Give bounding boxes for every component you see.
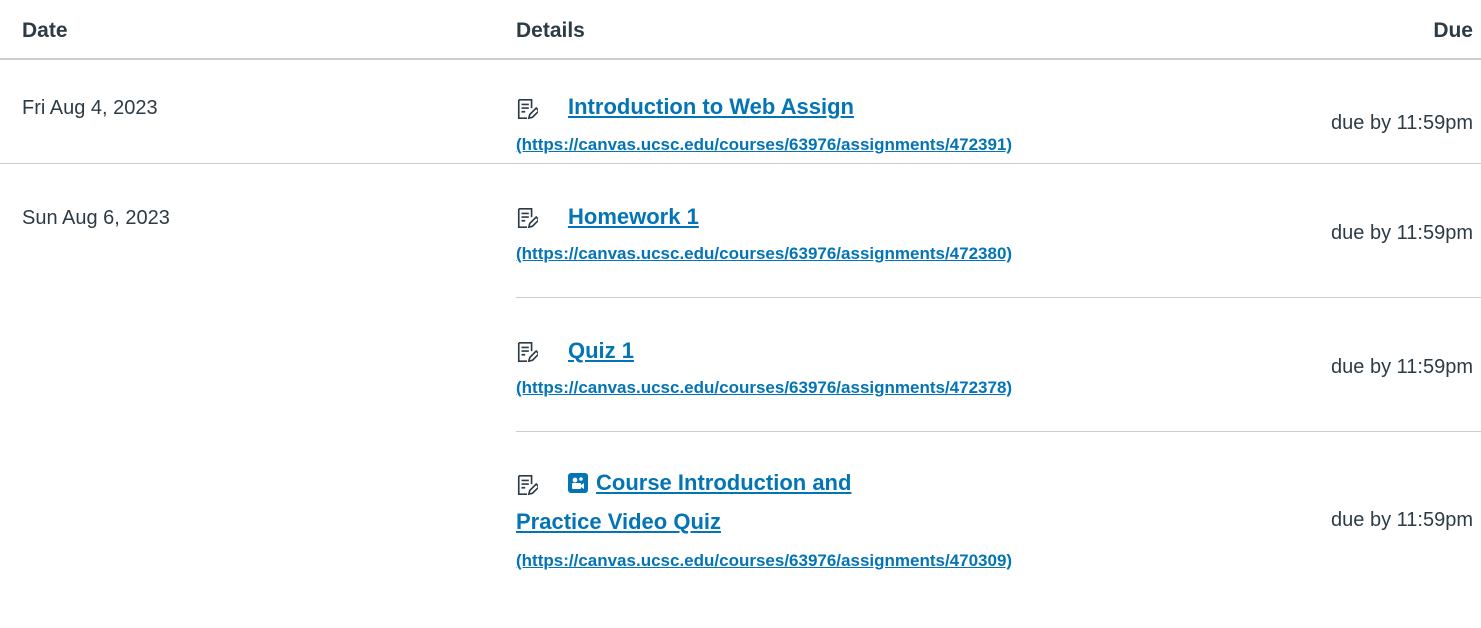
syllabus-table: Date Details Due Fri Aug 4, 2023 Introdu… xyxy=(0,0,1481,628)
video-icon xyxy=(568,473,588,493)
assignment-title-link[interactable]: Quiz 1 xyxy=(568,338,634,364)
day-date: Fri Aug 4, 2023 xyxy=(22,97,158,119)
assignment-row: Quiz 1 (https://canvas.ucsc.edu/courses/… xyxy=(516,297,1481,431)
assignment-icon xyxy=(517,99,538,120)
assignment-row: Course Introduction and Practice Video Q… xyxy=(516,431,1481,628)
header-details: Details xyxy=(516,19,585,42)
assignment-icon xyxy=(517,208,538,229)
day-group-aug-4: Fri Aug 4, 2023 Introduction to Web Assi… xyxy=(0,60,1481,164)
assignment-url-link[interactable]: (https://canvas.ucsc.edu/courses/63976/a… xyxy=(516,135,1012,155)
assignment-title-link[interactable]: Course Introduction and xyxy=(596,470,851,496)
assignment-url-link[interactable]: (https://canvas.ucsc.edu/courses/63976/a… xyxy=(516,551,1012,571)
table-header: Date Details Due xyxy=(0,0,1481,60)
assignment-icon xyxy=(517,475,538,496)
assignment-title-link[interactable]: Homework 1 xyxy=(568,204,699,230)
header-due: Due xyxy=(1433,19,1473,42)
day-group-aug-6: Sun Aug 6, 2023 Homework 1 (https://canv… xyxy=(0,164,1481,628)
assignment-title-link-line2[interactable]: Practice Video Quiz xyxy=(516,509,721,535)
assignment-url-link[interactable]: (https://canvas.ucsc.edu/courses/63976/a… xyxy=(516,244,1012,264)
due-time: due by 11:59pm xyxy=(1331,509,1473,531)
assignment-row: Introduction to Web Assign (https://canv… xyxy=(516,60,1481,163)
assignment-icon xyxy=(517,342,538,363)
due-time: due by 11:59pm xyxy=(1331,222,1473,244)
day-date: Sun Aug 6, 2023 xyxy=(22,207,170,229)
assignment-title-link[interactable]: Introduction to Web Assign xyxy=(568,94,854,120)
header-date: Date xyxy=(22,19,68,42)
due-time: due by 11:59pm xyxy=(1331,112,1473,134)
due-time: due by 11:59pm xyxy=(1331,356,1473,378)
assignment-url-link[interactable]: (https://canvas.ucsc.edu/courses/63976/a… xyxy=(516,378,1012,398)
assignment-row: Homework 1 (https://canvas.ucsc.edu/cour… xyxy=(516,164,1481,297)
